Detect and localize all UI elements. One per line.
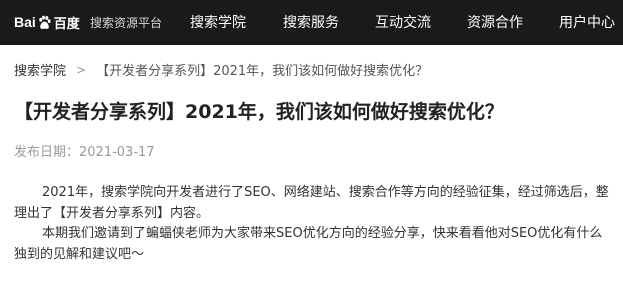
baidu-paw-icon: [39, 15, 51, 29]
top-navigation-bar: Bai 百度 搜索资源平台 搜索学院 搜索服务 互动交流 资源合作 用户中心: [0, 0, 623, 45]
article-body: 2021年，搜索学院向开发者进行了SEO、网络建站、搜索合作等方向的经验征集，经…: [14, 183, 614, 265]
nav-item-resource-cooperation[interactable]: 资源合作: [467, 12, 523, 32]
breadcrumb-separator: >: [76, 62, 87, 77]
nav-item-search-academy[interactable]: 搜索学院: [190, 12, 246, 32]
article-title: 【开发者分享系列】2021年，我们该如何做好搜索优化？: [14, 101, 504, 123]
breadcrumb-current: 【开发者分享系列】2021年，我们该如何做好搜索优化？: [96, 64, 429, 79]
baidu-logo[interactable]: Bai 百度: [14, 12, 80, 32]
logo-text-left: Bai: [14, 14, 36, 30]
breadcrumb-parent-link[interactable]: 搜索学院: [14, 60, 66, 79]
platform-name[interactable]: 搜索资源平台: [90, 14, 162, 31]
nav-item-interaction[interactable]: 互动交流: [375, 12, 431, 32]
article-paragraph: 2021年，搜索学院向开发者进行了SEO、网络建站、搜索合作等方向的经验征集，经…: [14, 185, 609, 221]
article-paragraph: 本期我们邀请到了蝙蝠侠老师为大家带来SEO优化方向的经验分享，快来看看他对SEO…: [14, 226, 603, 262]
nav-item-search-services[interactable]: 搜索服务: [283, 12, 339, 32]
breadcrumb: 搜索学院 > 【开发者分享系列】2021年，我们该如何做好搜索优化？: [14, 60, 429, 80]
nav-item-user-center[interactable]: 用户中心: [559, 12, 615, 32]
publish-date: 发布日期：2021-03-17: [14, 145, 155, 160]
logo-text-right: 百度: [53, 15, 80, 31]
